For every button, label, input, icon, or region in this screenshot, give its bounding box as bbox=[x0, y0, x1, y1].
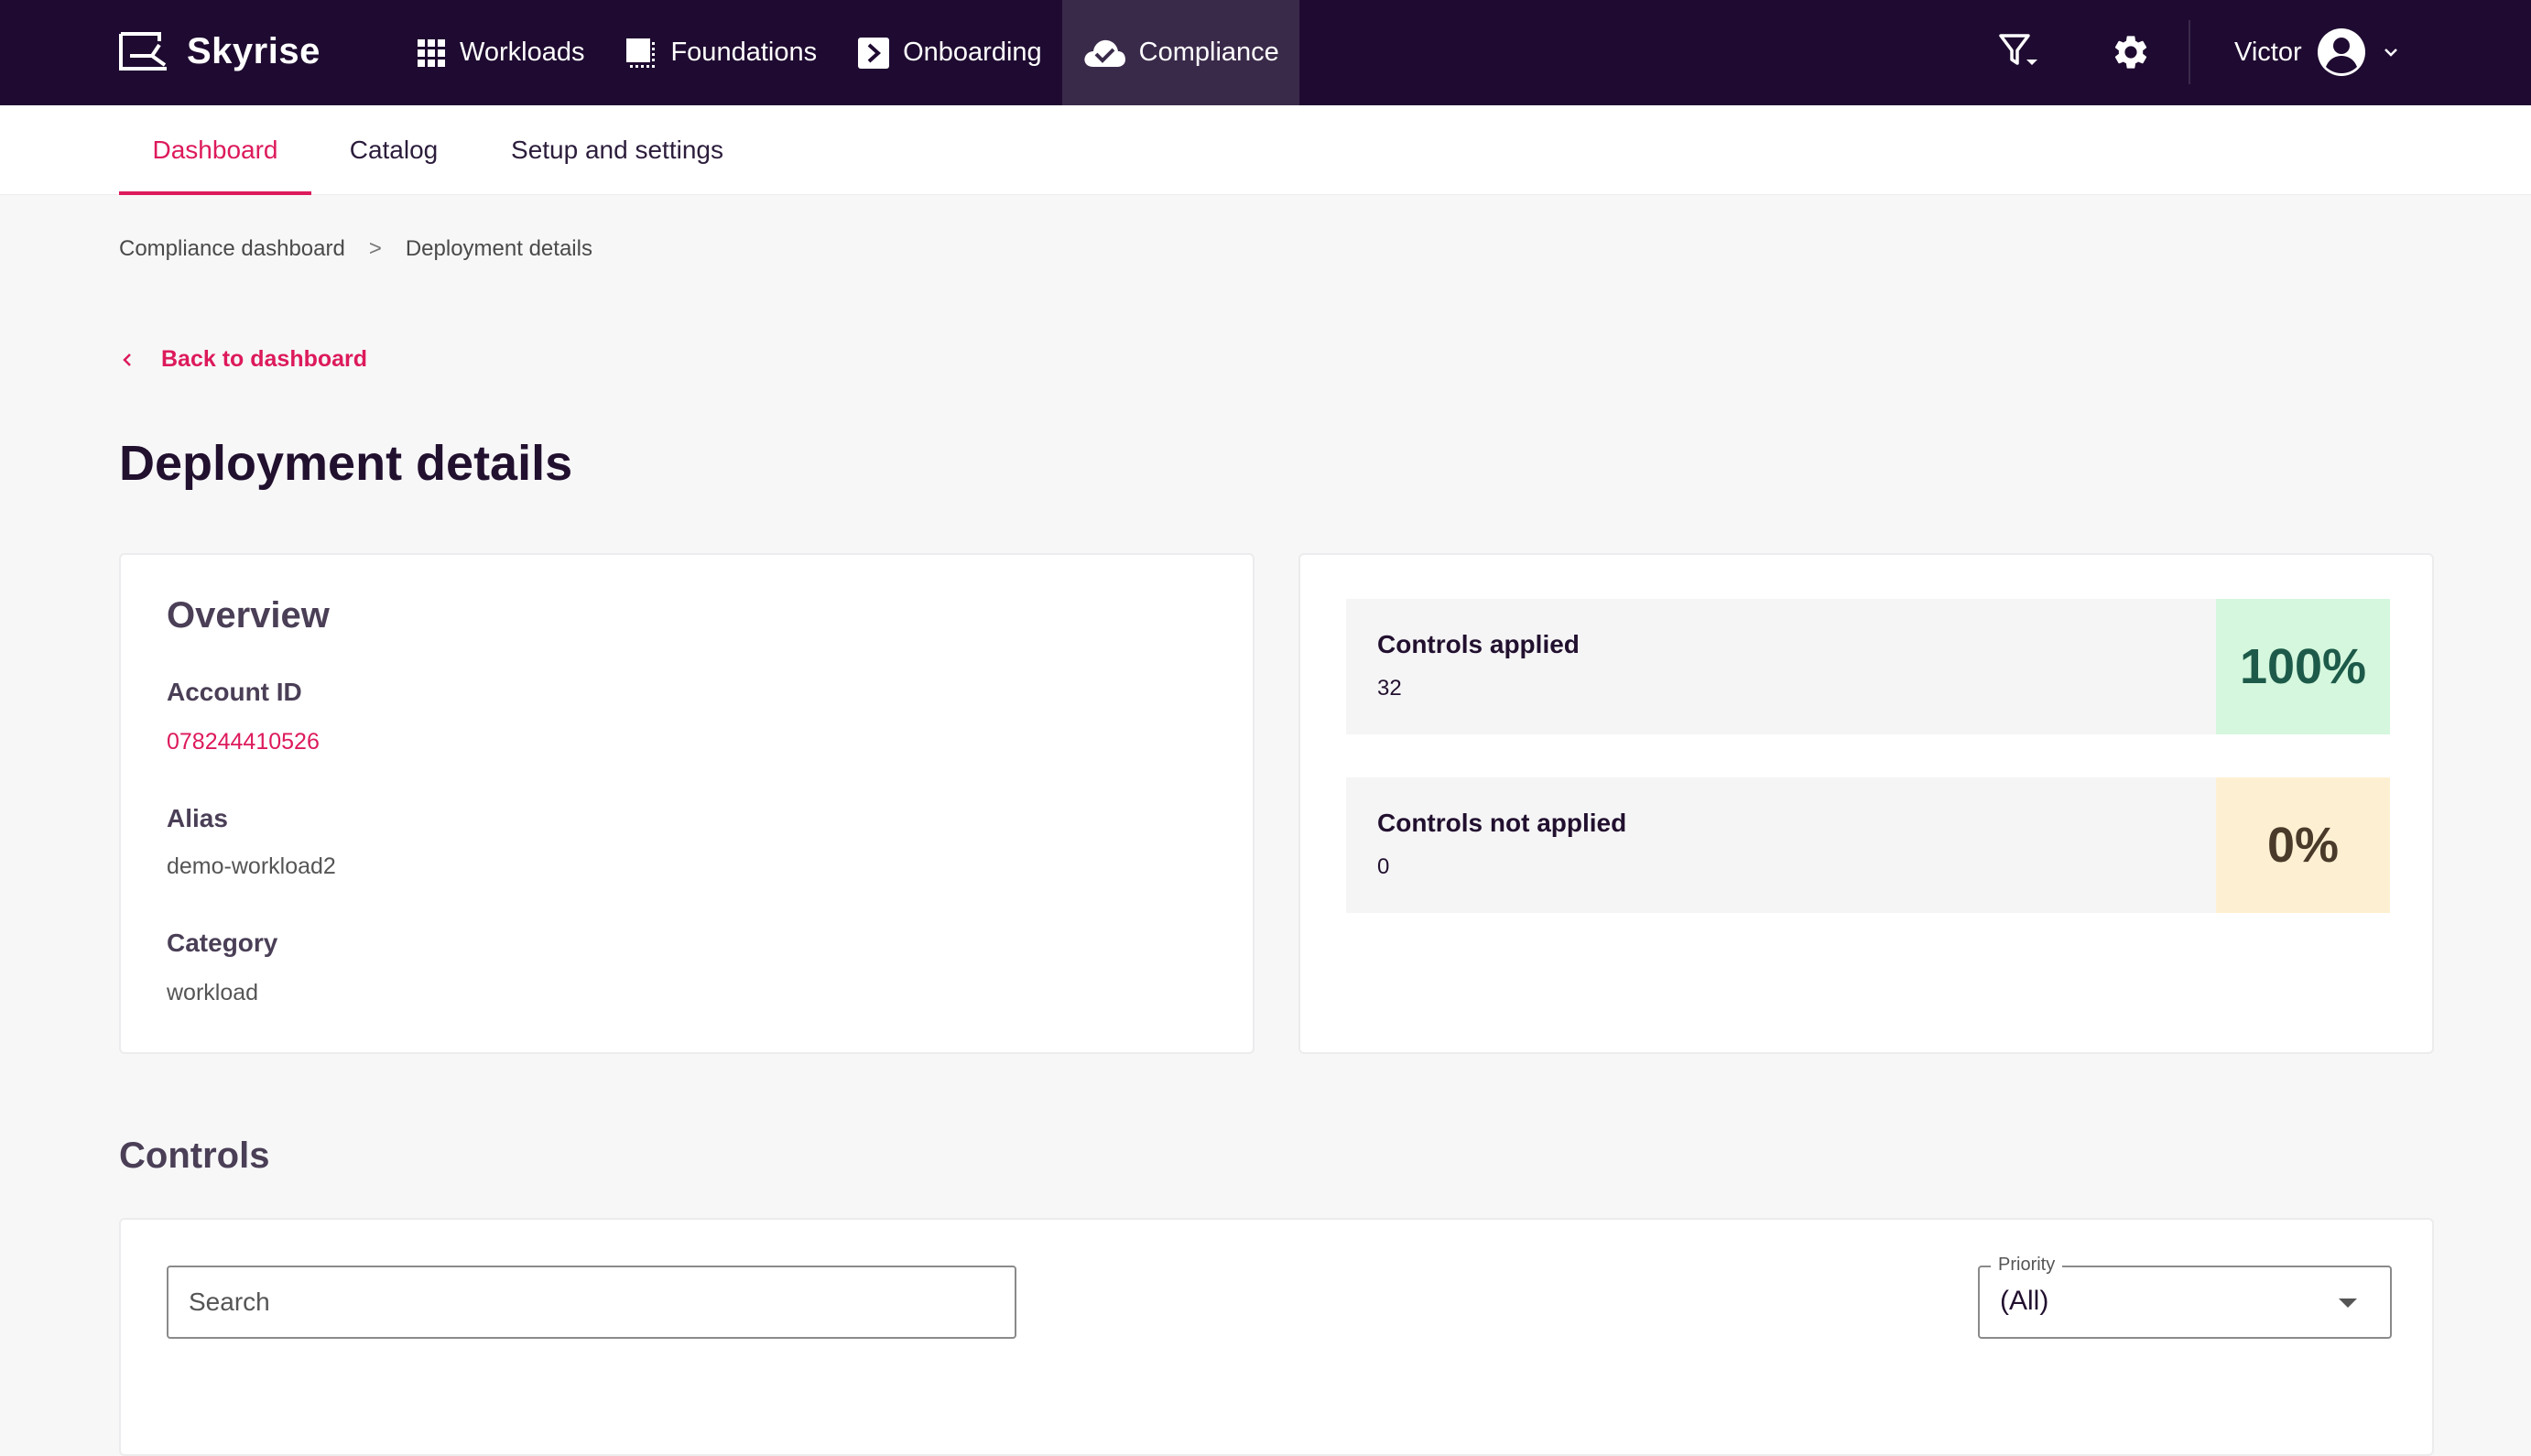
app-name: Skyrise bbox=[187, 30, 320, 71]
category-value: workload bbox=[167, 980, 259, 1005]
controls-card: Priority (All) bbox=[119, 1218, 2434, 1456]
controls-applied-count: 32 bbox=[1377, 676, 1402, 701]
controls-summary-card: Controls applied 32 100% Controls not ap… bbox=[1298, 553, 2434, 1054]
nav-item-foundations[interactable]: Foundations bbox=[604, 0, 837, 105]
alias-value: demo-workload2 bbox=[167, 853, 336, 879]
header-divider bbox=[2189, 20, 2190, 84]
nav-item-workloads[interactable]: Workloads bbox=[396, 0, 604, 105]
grid-icon bbox=[418, 38, 445, 67]
controls-not-applied-count: 0 bbox=[1377, 854, 1390, 879]
filter-icon bbox=[1999, 34, 2037, 65]
breadcrumb: Compliance dashboard > Deployment detail… bbox=[119, 236, 592, 262]
tab-dashboard[interactable]: Dashboard bbox=[119, 105, 311, 195]
sub-navigation: Dashboard Catalog Setup and settings bbox=[0, 105, 2531, 195]
priority-value: (All) bbox=[2000, 1286, 2049, 1316]
caret-down-icon bbox=[2339, 1298, 2357, 1308]
overview-title: Overview bbox=[167, 595, 330, 636]
settings-button[interactable] bbox=[2106, 27, 2156, 77]
chevron-left-icon bbox=[123, 353, 131, 366]
user-menu[interactable]: Victor bbox=[2234, 26, 2401, 79]
alias-label: Alias bbox=[167, 804, 228, 832]
chevron-box-icon bbox=[858, 37, 890, 69]
overview-card: Overview Account ID 078244410526 Alias d… bbox=[119, 553, 1255, 1054]
controls-applied-percent: 100% bbox=[2216, 599, 2390, 734]
top-navigation-bar: Skyrise Workloads Foundations Onboarding… bbox=[0, 0, 2531, 105]
priority-label: Priority bbox=[1991, 1255, 2063, 1276]
breadcrumb-compliance-dashboard[interactable]: Compliance dashboard bbox=[119, 236, 345, 262]
priority-select[interactable]: Priority (All) bbox=[1978, 1255, 2392, 1339]
foundation-icon bbox=[626, 38, 656, 68]
controls-not-applied-stat: Controls not applied 0 0% bbox=[1346, 777, 2390, 913]
skyrise-logo-icon bbox=[119, 32, 167, 71]
nav-label: Foundations bbox=[670, 38, 818, 67]
controls-not-applied-percent: 0% bbox=[2216, 777, 2390, 913]
gear-icon bbox=[2114, 36, 2147, 69]
account-id-label: Account ID bbox=[167, 678, 302, 706]
controls-not-applied-label: Controls not applied bbox=[1377, 809, 1627, 837]
back-link-label: Back to dashboard bbox=[161, 346, 368, 372]
breadcrumb-separator: > bbox=[368, 236, 382, 261]
avatar-icon bbox=[2317, 28, 2365, 76]
nav-item-onboarding[interactable]: Onboarding bbox=[837, 0, 1062, 105]
breadcrumb-deployment-details: Deployment details bbox=[405, 236, 592, 261]
page-title: Deployment details bbox=[119, 436, 573, 491]
nav-label: Compliance bbox=[1138, 38, 1279, 67]
controls-section-title: Controls bbox=[119, 1135, 270, 1176]
user-name: Victor bbox=[2234, 37, 2302, 67]
logo[interactable]: Skyrise bbox=[117, 26, 320, 77]
controls-applied-stat: Controls applied 32 100% bbox=[1346, 599, 2390, 734]
cloud-check-icon bbox=[1084, 39, 1125, 67]
nav-item-compliance[interactable]: Compliance bbox=[1061, 0, 1299, 105]
category-label: Category bbox=[167, 929, 278, 957]
tab-catalog[interactable]: Catalog bbox=[330, 105, 458, 195]
back-to-dashboard-link[interactable]: Back to dashboard bbox=[119, 346, 367, 373]
search-input[interactable] bbox=[167, 1266, 1016, 1339]
chevron-down-icon bbox=[2384, 49, 2397, 57]
filter-button[interactable] bbox=[1994, 27, 2044, 77]
tab-setup-and-settings[interactable]: Setup and settings bbox=[491, 105, 744, 195]
controls-applied-label: Controls applied bbox=[1377, 630, 1580, 658]
nav-label: Onboarding bbox=[903, 38, 1042, 67]
account-id-link[interactable]: 078244410526 bbox=[167, 729, 320, 755]
main-nav: Workloads Foundations Onboarding Complia… bbox=[396, 0, 1299, 105]
nav-label: Workloads bbox=[460, 38, 585, 67]
